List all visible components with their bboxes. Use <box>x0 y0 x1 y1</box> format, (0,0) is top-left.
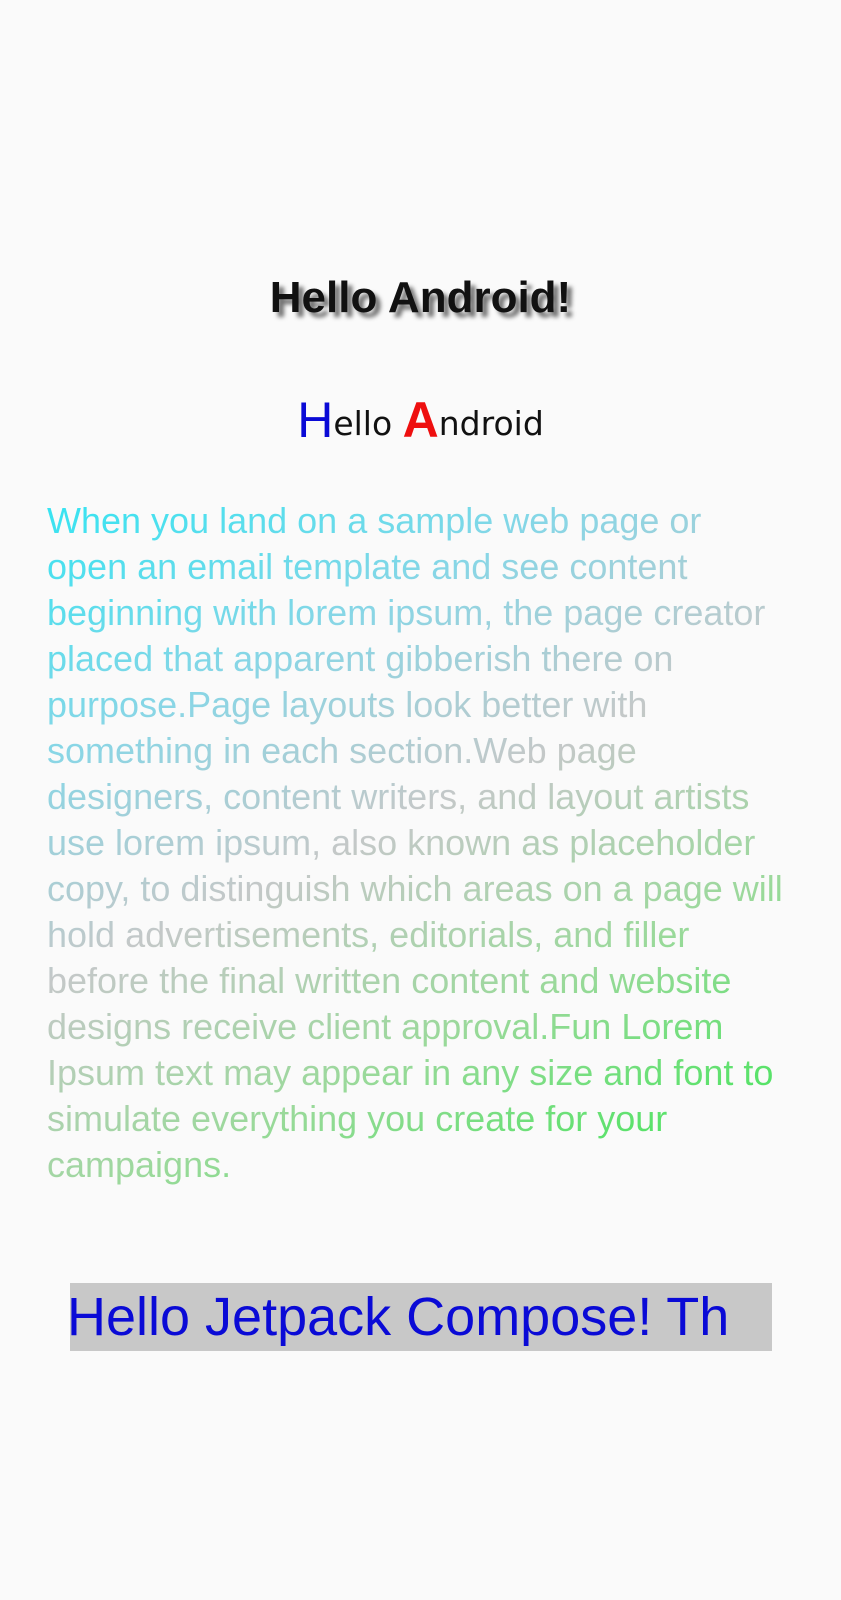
marquee-container: Hello Jetpack Compose! Th <box>70 1283 772 1351</box>
styled-hello-text: Hello Android <box>0 388 841 453</box>
styled-initial-a: A <box>402 392 439 448</box>
styled-initial-h: H <box>297 392 334 448</box>
marquee-text: Hello Jetpack Compose! Th <box>70 1287 730 1347</box>
shadow-title: Hello Android! <box>269 273 572 322</box>
styled-rest-ello: ello <box>333 404 403 443</box>
styled-rest-ndroid: ndroid <box>438 404 544 443</box>
gradient-paragraph: When you land on a sample web page or op… <box>47 498 787 1188</box>
